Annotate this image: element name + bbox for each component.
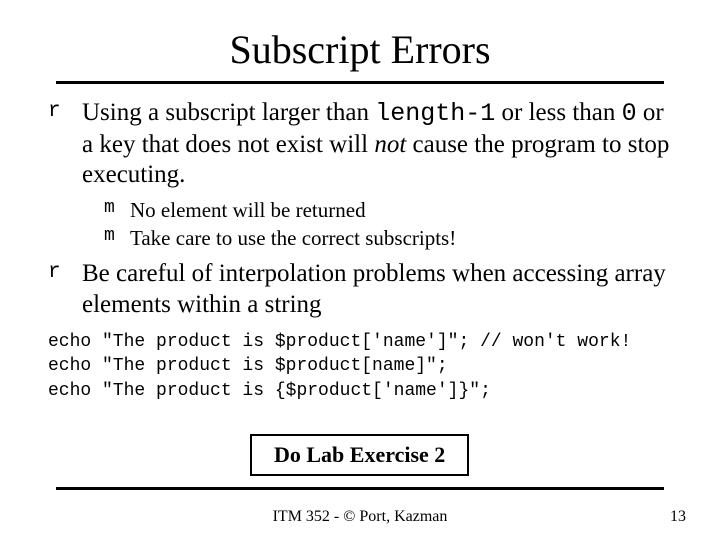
code-line-1: echo "The product is $product['name']"; …: [48, 332, 631, 352]
exercise-box: Do Lab Exercise 2: [250, 434, 469, 476]
footer-rule: [56, 487, 664, 490]
code-inline: length-1: [375, 99, 495, 128]
subbullet-1-text: No element will be returned: [130, 197, 366, 223]
subbullet-1: m No element will be returned: [104, 197, 672, 223]
slide: Subscript Errors r Using a subscript lar…: [0, 0, 720, 540]
code-line-3: echo "The product is {$product['name']}"…: [48, 381, 491, 401]
emphasis-not: not: [374, 131, 406, 158]
code-line-2: echo "The product is $product[name]";: [48, 356, 448, 376]
bullet-1: r Using a subscript larger than length-1…: [48, 98, 672, 191]
bullet-marker: m: [104, 197, 118, 220]
code-block: echo "The product is $product['name']"; …: [48, 330, 672, 403]
slide-title: Subscript Errors: [48, 26, 672, 73]
bullet-1-text: Using a subscript larger than length-1 o…: [82, 98, 672, 191]
bullet-marker: r: [48, 98, 66, 126]
bullet-marker: m: [104, 225, 118, 248]
text: or less than: [495, 99, 621, 126]
subbullet-2-text: Take care to use the correct subscripts!: [130, 225, 456, 251]
code-inline: 0: [622, 99, 637, 128]
footer-text: ITM 352 - © Port, Kazman: [0, 508, 720, 526]
text: Using a subscript larger than: [82, 99, 375, 126]
bullet-2: r Be careful of interpolation problems w…: [48, 259, 672, 320]
title-rule: [56, 81, 664, 84]
subbullet-2: m Take care to use the correct subscript…: [104, 225, 672, 251]
page-number: 13: [670, 508, 686, 526]
bullet-2-text: Be careful of interpolation problems whe…: [82, 259, 672, 320]
bullet-marker: r: [48, 259, 66, 287]
